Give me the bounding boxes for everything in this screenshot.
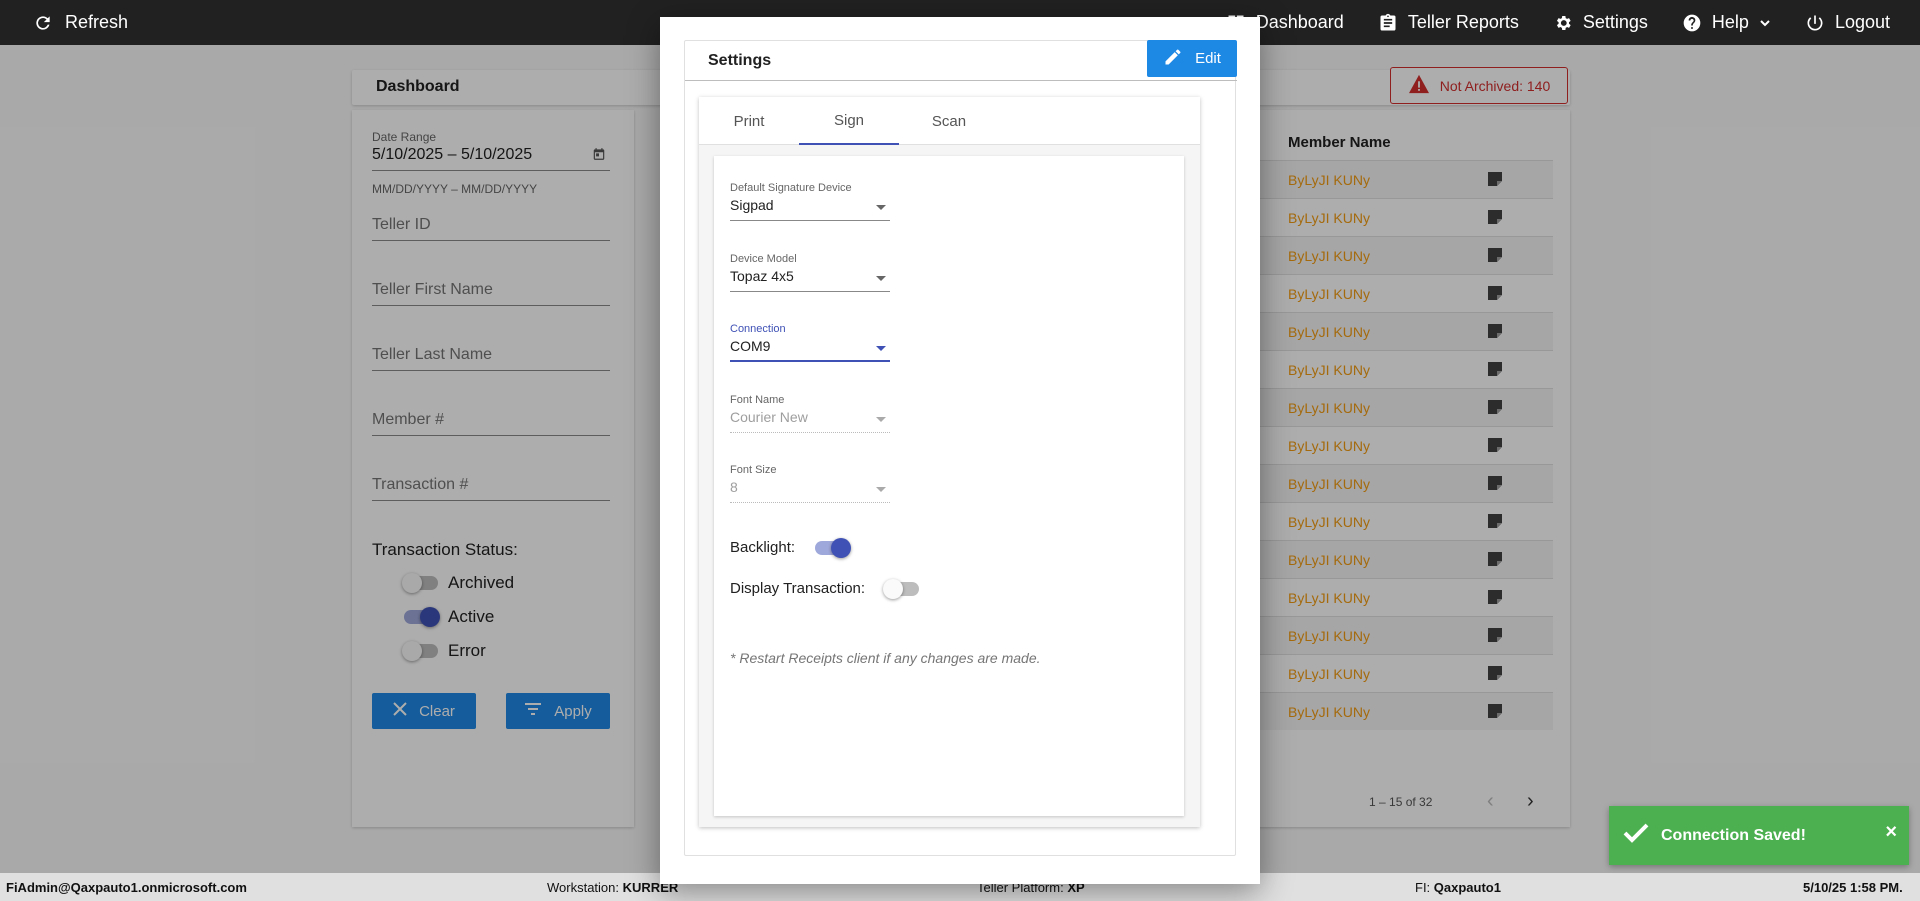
connection-label: Connection [730, 323, 786, 335]
workstation-label: Workstation: [547, 880, 620, 895]
refresh-icon [33, 13, 53, 33]
font-name-select: Font Name Courier New [730, 394, 890, 433]
display-transaction-row: Display Transaction: [730, 578, 920, 599]
font-name-label: Font Name [730, 394, 785, 406]
pencil-icon [1163, 47, 1183, 71]
checkmark-icon [1623, 822, 1649, 849]
connection-select[interactable]: Connection COM9 [730, 323, 890, 362]
sign-settings-panel: Default Signature Device Sigpad Device M… [714, 156, 1184, 816]
display-transaction-label: Display Transaction: [730, 580, 866, 597]
dropdown-arrow-icon [876, 205, 886, 210]
refresh-label: Refresh [65, 12, 129, 32]
default-signature-device-select[interactable]: Default Signature Device Sigpad [730, 182, 890, 221]
font-name-value: Courier New [730, 409, 808, 425]
font-size-select: Font Size 8 [730, 464, 890, 503]
nav-teller-reports-label: Teller Reports [1407, 12, 1519, 32]
connection-value: COM9 [730, 338, 771, 354]
settings-dialog: Settings Edit Print Sign Scan Default Si… [660, 17, 1260, 884]
edit-label: Edit [1195, 50, 1221, 67]
tab-bar: Print Sign Scan [699, 97, 1200, 145]
settings-card: Settings Edit Print Sign Scan Default Si… [684, 40, 1237, 856]
nav-help[interactable]: Help [1682, 12, 1771, 33]
tab-scan[interactable]: Scan [899, 97, 999, 145]
clipboard-icon [1378, 13, 1398, 33]
nav-settings[interactable]: Settings [1553, 12, 1648, 33]
settings-header: Settings Edit [685, 40, 1237, 81]
device-model-value: Topaz 4x5 [730, 268, 794, 284]
success-toast: Connection Saved! × [1609, 806, 1909, 865]
tab-print[interactable]: Print [699, 97, 799, 145]
nav-teller-reports[interactable]: Teller Reports [1378, 12, 1519, 33]
fi-label: FI: [1415, 880, 1431, 895]
edit-button[interactable]: Edit [1147, 40, 1237, 77]
status-user: FiAdmin@Qaxpauto1.onmicrosoft.com [6, 880, 247, 895]
status-workstation: Workstation: KURRER [547, 880, 678, 895]
top-navigation: Dashboard Teller Reports Settings Help L… [1226, 0, 1890, 45]
settings-tabs: Print Sign Scan Default Signature Device… [699, 97, 1200, 827]
display-transaction-toggle[interactable] [883, 578, 920, 599]
backlight-row: Backlight: [730, 537, 852, 558]
gear-icon [1553, 13, 1573, 33]
toast-close-icon[interactable]: × [1885, 821, 1897, 844]
font-size-value: 8 [730, 479, 738, 495]
default-signature-device-value: Sigpad [730, 197, 774, 213]
nav-dashboard-label: Dashboard [1255, 12, 1344, 32]
device-model-label: Device Model [730, 253, 797, 265]
user-email: FiAdmin@Qaxpauto1.onmicrosoft.com [6, 880, 247, 895]
dropdown-arrow-icon [876, 276, 886, 281]
status-fi: FI: Qaxpauto1 [1415, 880, 1501, 895]
power-icon [1805, 13, 1825, 33]
refresh-button[interactable]: Refresh [33, 0, 128, 45]
backlight-label: Backlight: [730, 539, 796, 556]
backlight-toggle[interactable] [815, 537, 852, 558]
nav-help-label: Help [1711, 12, 1749, 32]
nav-logout[interactable]: Logout [1805, 12, 1890, 33]
status-datetime: 5/10/25 1:58 PM. [1803, 880, 1903, 895]
help-icon [1682, 13, 1702, 33]
dropdown-arrow-icon [876, 487, 886, 492]
tab-sign[interactable]: Sign [799, 97, 899, 145]
nav-logout-label: Logout [1834, 12, 1890, 32]
datetime-value: 5/10/25 1:58 PM. [1803, 880, 1903, 895]
chevron-down-icon [1759, 17, 1771, 29]
default-signature-device-label: Default Signature Device [730, 182, 852, 194]
nav-settings-label: Settings [1582, 12, 1648, 32]
dropdown-arrow-icon [876, 417, 886, 422]
fi-value: Qaxpauto1 [1433, 880, 1501, 895]
device-model-select[interactable]: Device Model Topaz 4x5 [730, 253, 890, 292]
restart-note: * Restart Receipts client if any changes… [730, 650, 1041, 666]
font-size-label: Font Size [730, 464, 777, 476]
dialog-title: Settings [708, 52, 772, 69]
toast-message: Connection Saved! [1661, 826, 1806, 844]
dropdown-arrow-icon [876, 346, 886, 351]
